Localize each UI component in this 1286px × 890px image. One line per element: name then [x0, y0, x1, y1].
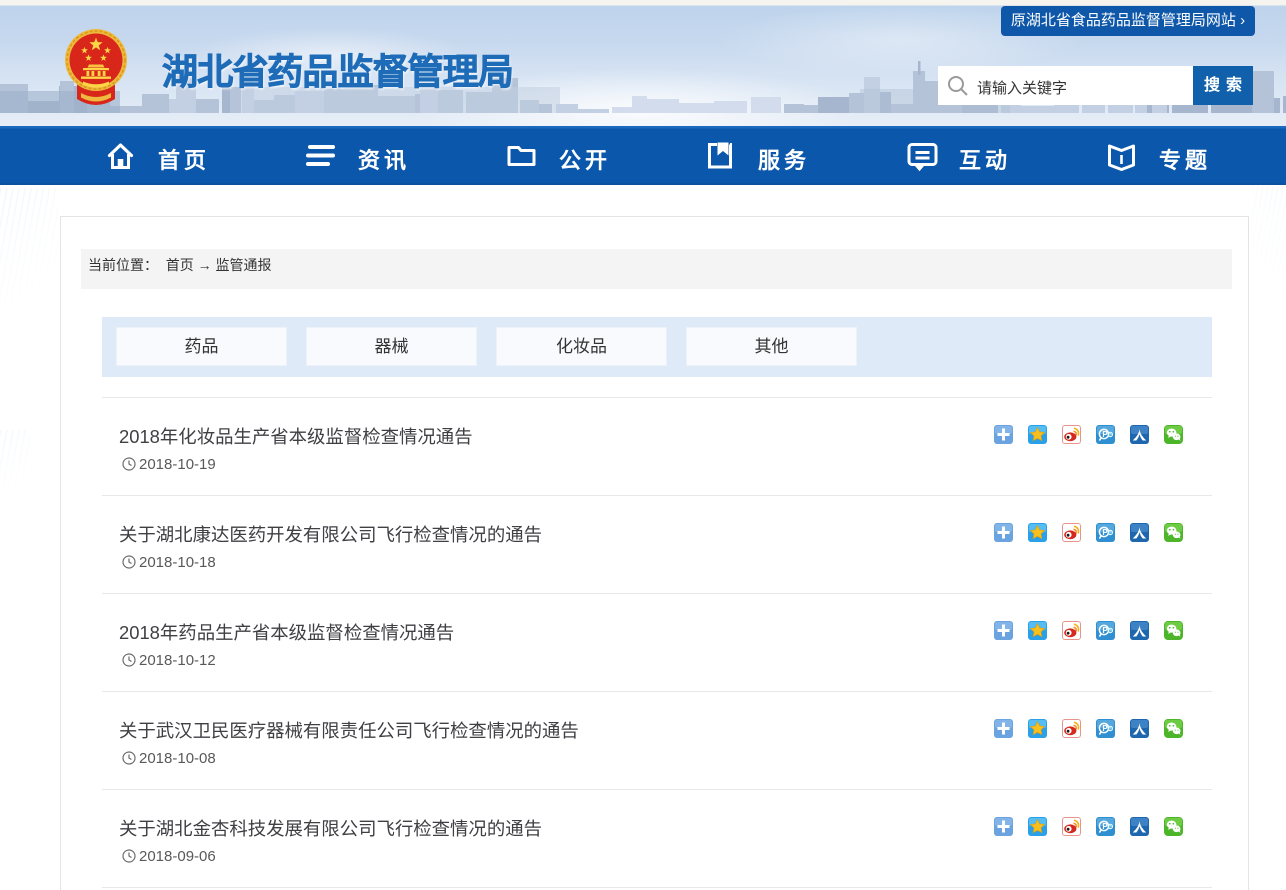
svg-text:®: ®: [1109, 432, 1113, 439]
svg-text:P: P: [1102, 724, 1108, 733]
svg-text:®: ®: [1109, 824, 1113, 831]
svg-text:P: P: [1102, 822, 1108, 831]
svg-text:P: P: [1102, 528, 1108, 537]
svg-text:®: ®: [1109, 530, 1113, 537]
svg-text:®: ®: [1109, 726, 1113, 733]
svg-text:P: P: [1102, 626, 1108, 635]
svg-text:®: ®: [1109, 628, 1113, 635]
svg-text:P: P: [1102, 430, 1108, 439]
